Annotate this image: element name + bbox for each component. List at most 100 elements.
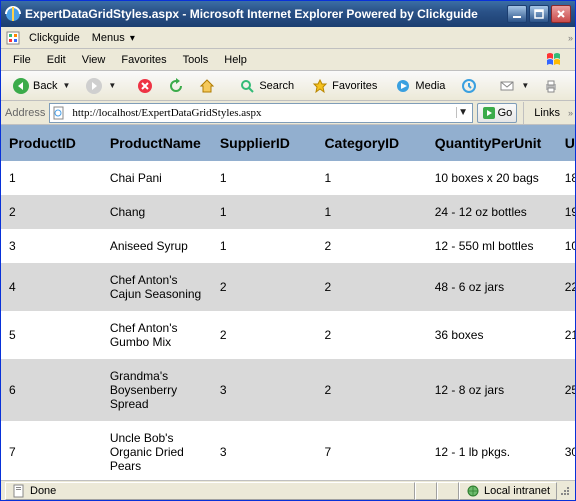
cell: Grandma's Boysenberry Spread [102,359,212,421]
favorites-button[interactable]: Favorites [304,74,384,98]
cell: 2 [316,263,426,311]
col-supplierid[interactable]: SupplierID [212,125,317,161]
cell: 2 [1,195,102,229]
cell: 7 [316,421,426,480]
minimize-button[interactable] [507,5,527,23]
refresh-button[interactable] [162,74,190,98]
col-productid[interactable]: ProductID [1,125,102,161]
menu-tools[interactable]: Tools [175,52,217,68]
cell: 3 [212,359,317,421]
favorites-icon [311,77,329,95]
cell: Aniseed Syrup [102,229,212,263]
col-unitprice[interactable]: UnitPrice [557,125,575,161]
search-label: Search [259,80,294,92]
cell: 1 [212,229,317,263]
menubar: File Edit View Favorites Tools Help [1,49,575,71]
cell: 12 - 550 ml bottles [427,229,557,263]
table-row[interactable]: 4Chef Anton's Cajun Seasoning2248 - 6 oz… [1,263,575,311]
search-icon [238,77,256,95]
resize-grip[interactable] [557,485,571,497]
address-input[interactable] [70,105,451,121]
go-icon [482,106,496,120]
back-label: Back [33,80,57,92]
cell: 2 [316,229,426,263]
stop-icon [136,77,154,95]
menu-edit[interactable]: Edit [39,52,74,68]
cell: 19.0000 [557,195,575,229]
windows-flag-icon [543,51,569,69]
titlebar: ExpertDataGridStyles.aspx - Microsoft In… [1,1,575,27]
close-button[interactable] [551,5,571,23]
table-row[interactable]: 2Chang1124 - 12 oz bottles19.0000 [1,195,575,229]
table-row[interactable]: 3Aniseed Syrup1212 - 550 ml bottles10.00… [1,229,575,263]
addressbar: Address ▼ Go Links » [1,101,575,125]
forward-icon [85,77,103,95]
chevron-down-icon: ▾ [130,33,135,44]
ie-icon [5,6,21,22]
cell: Uncle Bob's Organic Dried Pears [102,421,212,480]
refresh-icon [167,77,185,95]
cell: 24 - 12 oz bottles [427,195,557,229]
cell: 30.0000 [557,421,575,480]
cell: 10 boxes x 20 bags [427,161,557,195]
cell: Chef Anton's Gumbo Mix [102,311,212,359]
home-button[interactable] [193,74,221,98]
menu-view[interactable]: View [74,52,114,68]
window-title: ExpertDataGridStyles.aspx - Microsoft In… [25,7,507,21]
address-field-wrap: ▼ [49,103,472,123]
address-label: Address [5,107,45,119]
toolbar-overflow-icon[interactable]: » [568,108,571,118]
menu-favorites[interactable]: Favorites [113,52,174,68]
table-row[interactable]: 7Uncle Bob's Organic Dried Pears3712 - 1… [1,421,575,480]
table-row[interactable]: 5Chef Anton's Gumbo Mix2236 boxes21.3500 [1,311,575,359]
menu-file[interactable]: File [5,52,39,68]
menu-help[interactable]: Help [216,52,255,68]
forward-button[interactable]: ▼ [80,74,121,98]
go-button[interactable]: Go [477,103,518,123]
col-categoryid[interactable]: CategoryID [316,125,426,161]
clickguide-menus[interactable]: Menus ▾ [86,30,141,46]
table-header-row: ProductID ProductName SupplierID Categor… [1,125,575,161]
col-productname[interactable]: ProductName [102,125,212,161]
status-zone: Local intranet [484,485,550,497]
stop-button[interactable] [131,74,159,98]
cell: Chang [102,195,212,229]
table-row[interactable]: 1Chai Pani1110 boxes x 20 bags18.0000 [1,161,575,195]
cell: 1 [212,195,317,229]
search-button[interactable]: Search [231,74,301,98]
status-done: Done [30,485,56,497]
globe-icon [466,484,480,498]
status-pane-empty1 [415,482,437,500]
cell: 22.0000 [557,263,575,311]
history-button[interactable] [455,74,483,98]
content-area[interactable]: ProductID ProductName SupplierID Categor… [1,125,575,480]
maximize-button[interactable] [529,5,549,23]
cell: 21.3500 [557,311,575,359]
cell: Chef Anton's Cajun Seasoning [102,263,212,311]
toolbar: Back ▼ ▼ Search Favorites [1,71,575,101]
back-icon [12,77,30,95]
edit-button[interactable]: ▼ [568,74,576,98]
cell: 2 [212,263,317,311]
media-button[interactable]: Media [387,74,452,98]
back-button[interactable]: Back ▼ [5,74,77,98]
clickguide-bar: Clickguide Menus ▾ » [1,27,575,49]
chevron-down-icon: ▼ [521,81,529,90]
toolbar-overflow-icon[interactable]: » [568,33,571,43]
status-pane-zone: Local intranet [459,482,557,500]
col-quantityperunit[interactable]: QuantityPerUnit [427,125,557,161]
table-row[interactable]: 6Grandma's Boysenberry Spread3212 - 8 oz… [1,359,575,421]
print-button[interactable] [537,74,565,98]
cell: 25.0000 [557,359,575,421]
clickguide-brand[interactable]: Clickguide [23,30,86,46]
mail-button[interactable]: ▼ [493,74,534,98]
history-icon [460,77,478,95]
data-grid: ProductID ProductName SupplierID Categor… [1,125,575,480]
cell: 4 [1,263,102,311]
cell: 2 [316,311,426,359]
cell: 1 [1,161,102,195]
cell: 1 [316,195,426,229]
links-label[interactable]: Links [530,107,564,119]
cell: Chai Pani [102,161,212,195]
address-dropdown[interactable]: ▼ [456,107,470,118]
